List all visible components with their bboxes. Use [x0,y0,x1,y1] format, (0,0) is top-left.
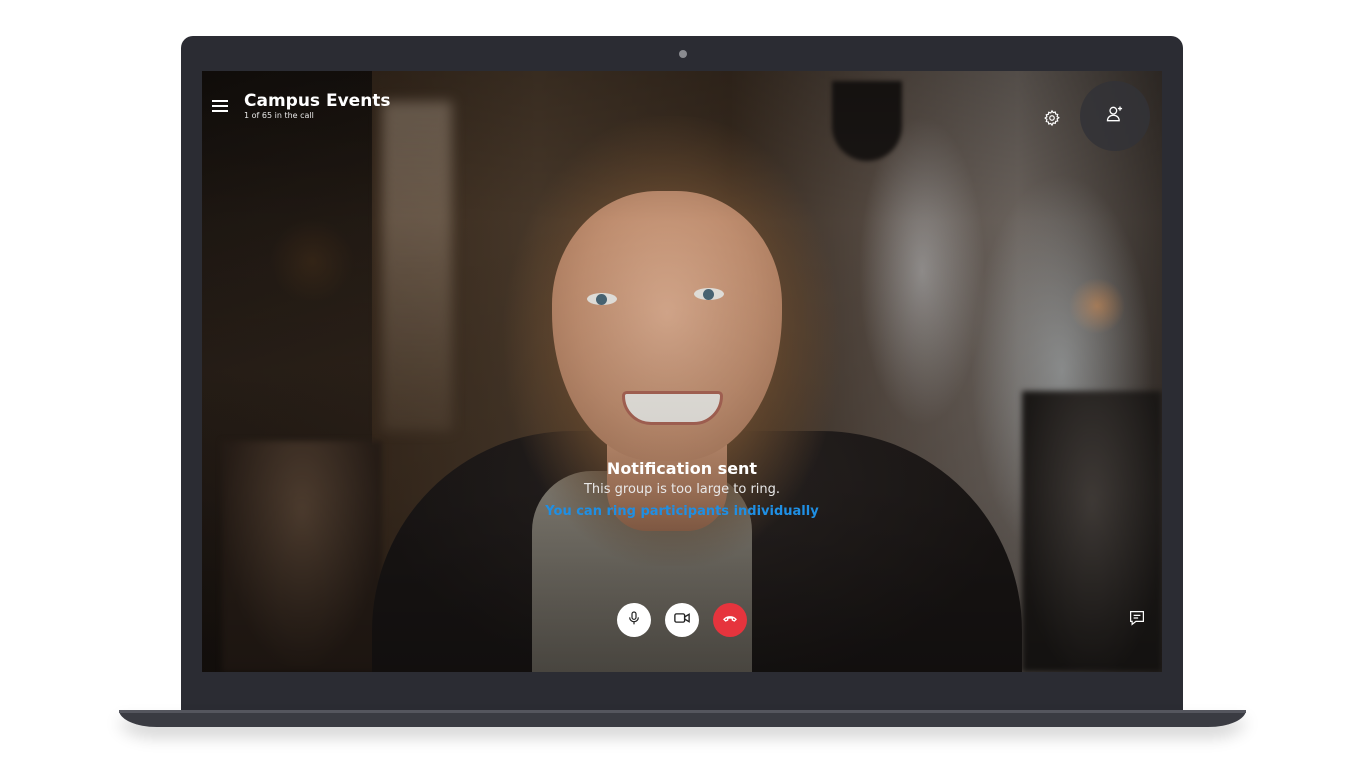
laptop-base-edge [119,710,1246,713]
video-camera-icon [673,609,691,631]
call-header: Campus Events 1 of 65 in the call [244,91,391,121]
hamburger-icon[interactable] [212,100,228,112]
call-participant-count: 1 of 65 in the call [244,111,314,120]
mic-button[interactable] [617,603,651,637]
hangup-button[interactable] [713,603,747,637]
add-people-button[interactable] [1080,81,1150,151]
notification-title: Notification sent [606,459,758,478]
chat-icon[interactable] [1127,608,1147,628]
video-overlay [202,71,1162,672]
call-title: Campus Events [244,91,391,111]
add-person-icon [1105,104,1125,128]
ring-individually-link[interactable]: You can ring participants individually [545,503,818,521]
phone-hangup-icon [722,610,738,630]
participant-video [202,71,1162,672]
video-button[interactable] [665,603,699,637]
microphone-icon [626,610,642,630]
notification-message: This group is too large to ring. [583,482,781,497]
video-call-screen: Campus Events 1 of 65 in the call Notifi… [202,71,1162,672]
webcam [679,50,687,58]
notification-banner: Notification sent This group is too larg… [432,459,932,521]
gear-icon[interactable] [1041,107,1063,129]
